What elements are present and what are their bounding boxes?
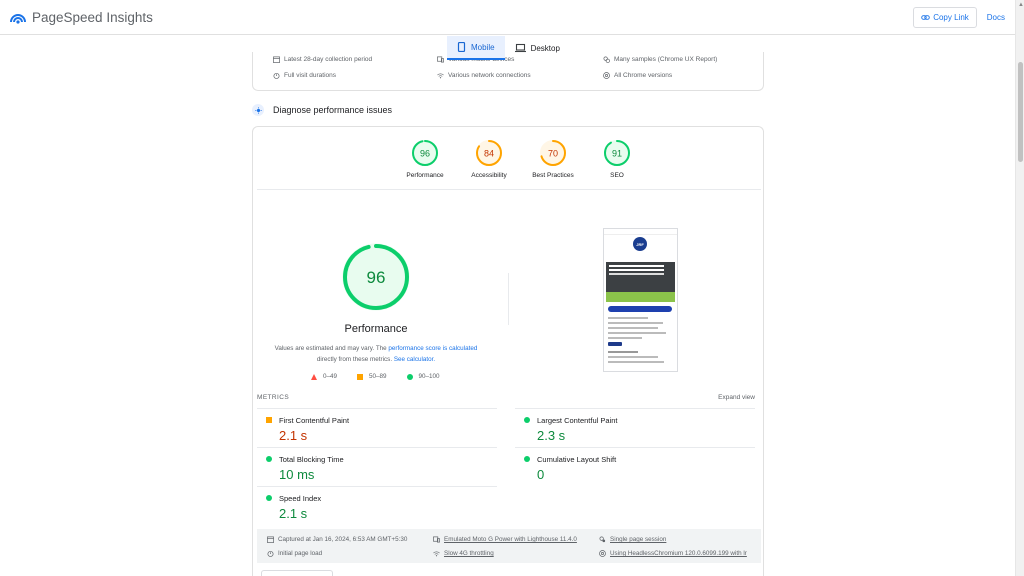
gauge-score: 84 bbox=[484, 148, 494, 158]
devices-icon bbox=[433, 536, 440, 543]
screenshot-topbar bbox=[604, 229, 677, 235]
vertical-divider bbox=[508, 273, 509, 325]
lighthouse-icon bbox=[252, 104, 264, 116]
app-header: PageSpeed Insights Copy Link Docs bbox=[0, 0, 1015, 35]
crux-info-item: Full visit durations bbox=[273, 72, 336, 79]
network-throttling: Slow 4G throttling bbox=[433, 550, 494, 557]
square-icon bbox=[266, 417, 272, 423]
score-legend: 0–49 50–89 90–100 bbox=[311, 373, 460, 380]
gauge-label: Accessibility bbox=[471, 172, 507, 179]
session-type: Single page session bbox=[599, 536, 666, 543]
crux-info-item: Various network connections bbox=[437, 72, 531, 79]
triangle-icon bbox=[311, 373, 317, 380]
gauge-score: 91 bbox=[612, 148, 622, 158]
smartphone-icon bbox=[457, 42, 466, 52]
gauge-accessibility[interactable]: 84 Accessibility bbox=[457, 139, 521, 179]
performance-score-link[interactable]: performance score is calculated bbox=[388, 345, 477, 352]
screenshot-site-logo: JRF bbox=[633, 237, 647, 251]
circle-icon bbox=[266, 495, 272, 501]
screenshot-green-bar bbox=[606, 292, 675, 302]
circle-icon bbox=[406, 373, 413, 380]
square-icon bbox=[357, 373, 364, 380]
page-scrollbar[interactable]: ▲ bbox=[1015, 0, 1024, 576]
metrics-section-label: METRICS bbox=[257, 394, 290, 401]
tab-desktop[interactable]: Desktop bbox=[505, 36, 570, 60]
score-gauge-icon: 96 bbox=[412, 140, 438, 166]
copy-link-label: Copy Link bbox=[933, 13, 969, 22]
score-gauge-icon: 70 bbox=[540, 140, 566, 166]
circle-icon bbox=[524, 456, 530, 462]
timer-icon bbox=[273, 72, 280, 79]
gauge-label: Performance bbox=[406, 172, 444, 179]
devices-icon bbox=[437, 56, 444, 63]
performance-score-gauge: 96 bbox=[342, 243, 410, 311]
gauge-best-practices[interactable]: 70 Best Practices bbox=[521, 139, 585, 179]
copy-link-button[interactable]: Copy Link bbox=[913, 7, 977, 28]
category-gauges: 96 Performance 84 Accessibility 70 Best Pract… bbox=[393, 139, 649, 179]
tab-mobile[interactable]: Mobile bbox=[447, 36, 505, 60]
scrollbar-thumb[interactable] bbox=[1018, 62, 1023, 162]
app-logo[interactable]: PageSpeed Insights bbox=[10, 10, 153, 25]
timer-icon bbox=[267, 550, 274, 557]
view-treemap-button[interactable] bbox=[261, 570, 333, 576]
wifi-icon bbox=[433, 551, 440, 557]
gauge-score: 70 bbox=[548, 148, 558, 158]
divider bbox=[257, 189, 761, 190]
gauge-label: Best Practices bbox=[532, 172, 574, 179]
app-title: PageSpeed Insights bbox=[32, 9, 153, 25]
calendar-icon bbox=[273, 56, 280, 63]
session-icon bbox=[599, 536, 606, 543]
screenshot-hero-block bbox=[606, 262, 675, 295]
performance-note: Values are estimated and may vary. The p… bbox=[274, 345, 478, 363]
docs-link[interactable]: Docs bbox=[987, 13, 1005, 22]
legend-item-average: 50–89 bbox=[357, 373, 387, 380]
circle-icon bbox=[266, 456, 272, 462]
gauge-score: 96 bbox=[420, 148, 430, 158]
scroll-up-arrow-icon[interactable]: ▲ bbox=[1018, 2, 1024, 8]
screenshot-blue-button bbox=[608, 306, 672, 312]
laptop-icon bbox=[514, 43, 526, 53]
gauge-label: SEO bbox=[610, 172, 624, 179]
emulated-device: Emulated Moto G Power with Lighthouse 11… bbox=[433, 536, 577, 543]
captured-at: Captured at Jan 16, 2024, 6:53 AM GMT+5:… bbox=[267, 536, 407, 543]
lighthouse-report-card: 96 Performance 84 Accessibility 70 Best Pract… bbox=[252, 126, 764, 576]
screenshot-small-button bbox=[608, 342, 622, 346]
crux-info-item: All Chrome versions bbox=[603, 72, 672, 79]
see-calculator-link[interactable]: See calculator. bbox=[394, 356, 435, 363]
score-gauge-icon: 91 bbox=[604, 140, 630, 166]
chrome-icon bbox=[599, 550, 606, 557]
legend-item-good: 90–100 bbox=[406, 373, 440, 380]
chrome-icon bbox=[603, 72, 610, 79]
expand-view-toggle[interactable]: Expand view bbox=[718, 394, 755, 401]
screenshot-text-lines bbox=[608, 317, 670, 342]
gauge-performance[interactable]: 96 Performance bbox=[393, 139, 457, 179]
browser-version: Using HeadlessChromium 120.0.6099.199 wi… bbox=[599, 550, 747, 557]
crux-info-item: Latest 28-day collection period bbox=[273, 56, 372, 63]
crux-info-item: Many samples (Chrome UX Report) bbox=[603, 56, 717, 63]
pagespeed-logo-icon bbox=[10, 14, 26, 24]
diagnose-section-header: Diagnose performance issues bbox=[252, 104, 392, 116]
screenshot-text-lines bbox=[608, 351, 670, 366]
score-gauge-icon: 84 bbox=[476, 140, 502, 166]
performance-title: Performance bbox=[344, 323, 408, 335]
page-load-type: Initial page load bbox=[267, 550, 322, 557]
circle-icon bbox=[524, 417, 530, 423]
final-screenshot-thumbnail[interactable]: JRF bbox=[603, 228, 678, 372]
run-environment-info: Captured at Jan 16, 2024, 6:53 AM GMT+5:… bbox=[257, 529, 761, 563]
link-icon bbox=[921, 15, 930, 20]
device-tabs: Mobile Desktop bbox=[447, 36, 570, 60]
gauge-seo[interactable]: 91 SEO bbox=[585, 139, 649, 179]
calendar-icon bbox=[267, 536, 274, 543]
legend-item-poor: 0–49 bbox=[311, 373, 337, 380]
wifi-icon bbox=[437, 73, 444, 79]
diagnose-title: Diagnose performance issues bbox=[273, 105, 393, 115]
performance-score-value: 96 bbox=[367, 268, 386, 287]
samples-icon bbox=[603, 56, 610, 63]
